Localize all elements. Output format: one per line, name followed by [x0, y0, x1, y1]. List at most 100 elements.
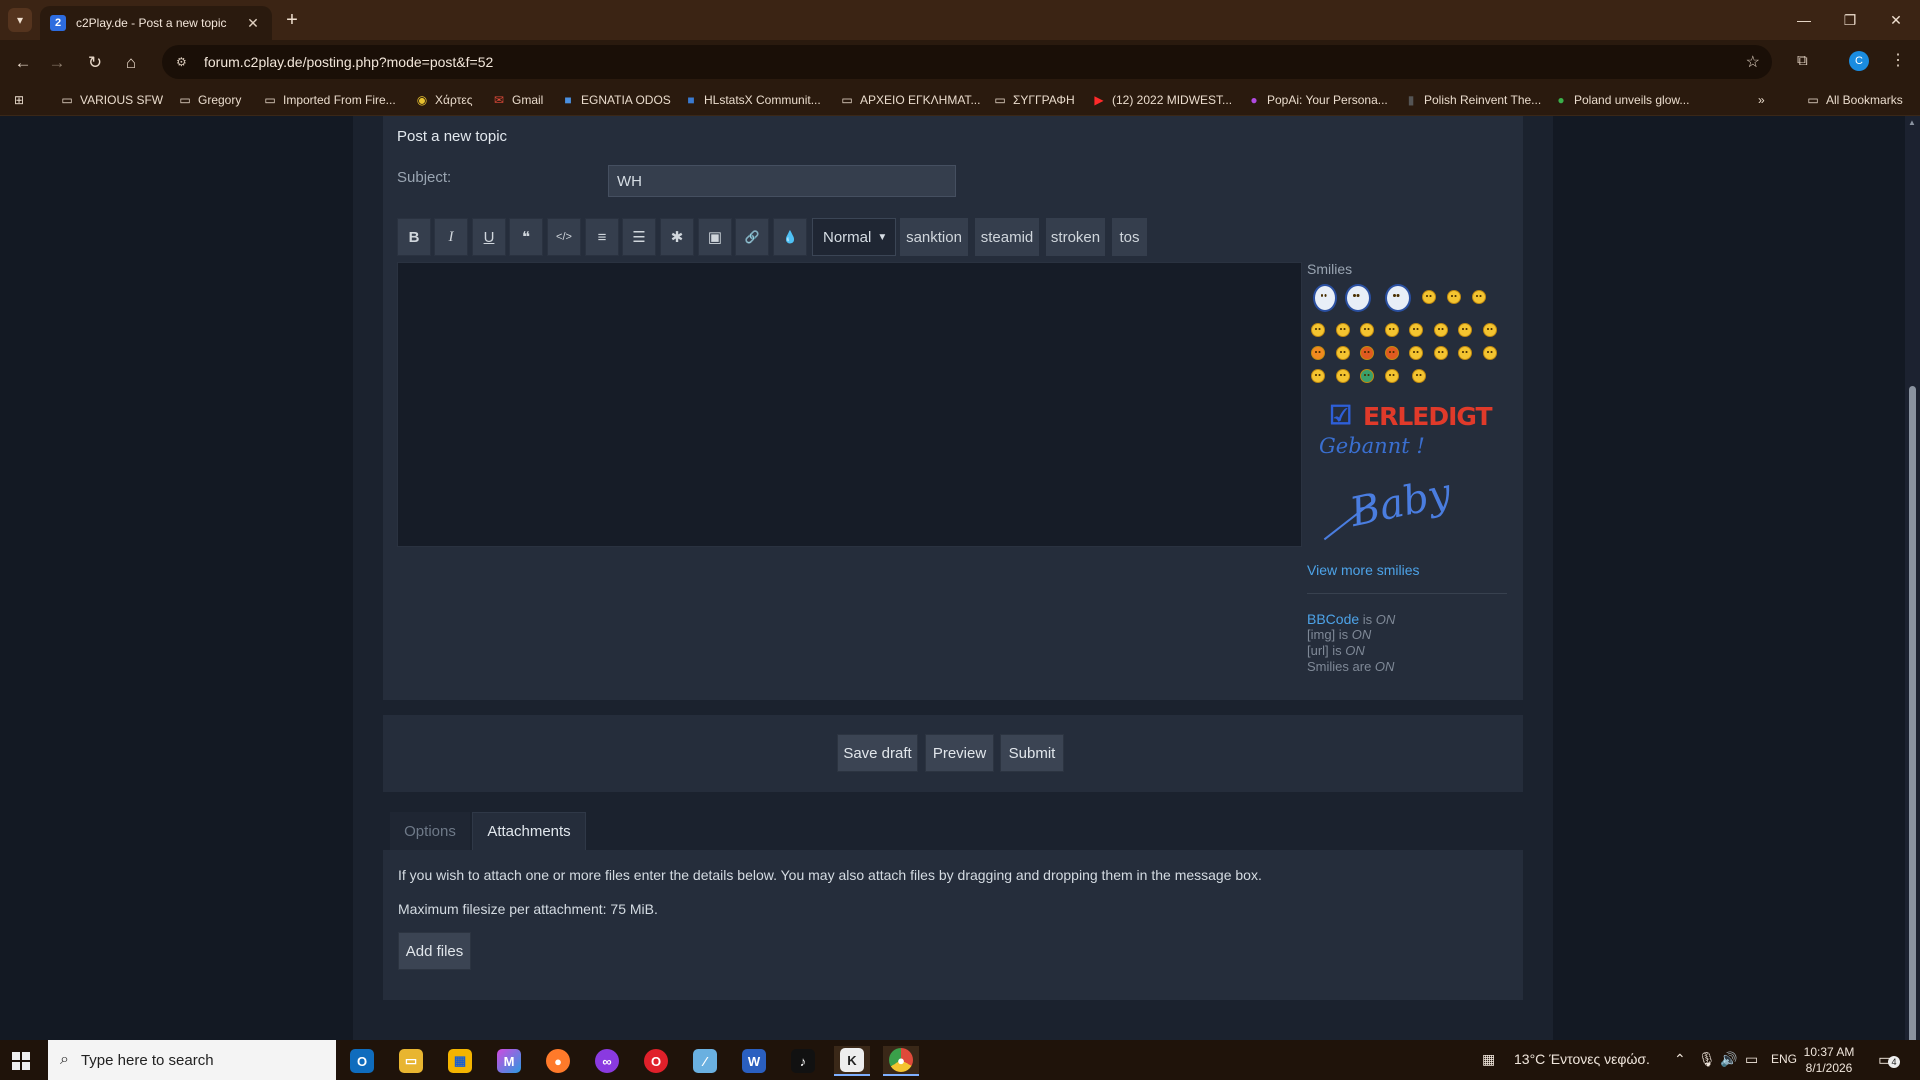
- smiley-icon[interactable]: [1412, 369, 1426, 383]
- profile-avatar[interactable]: C: [1849, 51, 1869, 71]
- bookmark-youtube-midwest[interactable]: ▶ (12) 2022 MIDWEST...: [1092, 91, 1232, 109]
- language-indicator[interactable]: ENG: [1771, 1052, 1797, 1066]
- submit-button[interactable]: Submit: [1000, 734, 1064, 772]
- apps-grid-icon[interactable]: ⊞: [12, 91, 32, 109]
- smiley-icon[interactable]: [1385, 284, 1411, 312]
- smiley-icon[interactable]: [1447, 290, 1461, 304]
- all-bookmarks[interactable]: ▭ All Bookmarks: [1806, 91, 1902, 109]
- window-minimize-button[interactable]: —: [1784, 6, 1824, 34]
- baby-smiley-image[interactable]: Baby: [1312, 470, 1455, 558]
- smiley-icon[interactable]: [1311, 369, 1325, 383]
- smiley-icon[interactable]: [1458, 346, 1472, 360]
- smiley-icon[interactable]: [1385, 369, 1399, 383]
- quote-button[interactable]: ❝: [509, 218, 543, 256]
- outlook-app-icon[interactable]: O: [344, 1046, 380, 1076]
- microsoft-365-app-icon[interactable]: M: [491, 1046, 527, 1076]
- smiley-icon[interactable]: [1360, 369, 1374, 383]
- smiley-icon[interactable]: [1345, 284, 1371, 312]
- address-url[interactable]: forum.c2play.de/posting.php?mode=post&f=…: [204, 54, 493, 70]
- bookmark-gmail[interactable]: ✉ Gmail: [492, 91, 543, 109]
- smiley-icon[interactable]: [1458, 323, 1472, 337]
- add-files-button[interactable]: Add files: [398, 932, 471, 970]
- font-size-select[interactable]: Normal ▼: [812, 218, 896, 256]
- file-explorer-app-icon[interactable]: ▭: [393, 1046, 429, 1076]
- smiley-icon[interactable]: [1483, 346, 1497, 360]
- bold-button[interactable]: B: [397, 218, 431, 256]
- scrollbar-thumb[interactable]: [1909, 386, 1916, 1071]
- smiley-icon[interactable]: [1360, 323, 1374, 337]
- smiley-icon[interactable]: [1311, 346, 1325, 360]
- steamid-button[interactable]: steamid: [975, 218, 1039, 256]
- volume-icon[interactable]: 🔊: [1720, 1051, 1737, 1068]
- message-textarea[interactable]: [397, 262, 1302, 547]
- list-item-button[interactable]: ✱: [660, 218, 694, 256]
- bbcode-link[interactable]: BBCode: [1307, 611, 1359, 627]
- windows-start-icon[interactable]: [12, 1052, 30, 1070]
- counter-strike-app-icon[interactable]: K: [834, 1046, 870, 1076]
- subject-input[interactable]: [608, 165, 956, 197]
- bookmark-egnatia-odos[interactable]: ■ EGNATIA ODOS: [561, 91, 670, 109]
- taskbar-search-input[interactable]: ⌕ Type here to search: [48, 1040, 336, 1080]
- reload-icon[interactable]: ↻: [82, 50, 108, 76]
- code-button[interactable]: </>: [547, 218, 581, 256]
- numbered-list-button[interactable]: ☰: [622, 218, 656, 256]
- bookmark-maps[interactable]: ◉ Χάρτες: [415, 91, 473, 109]
- smiley-icon[interactable]: [1313, 284, 1337, 312]
- smiley-icon[interactable]: [1385, 346, 1399, 360]
- smiley-icon[interactable]: [1311, 323, 1325, 337]
- network-icon[interactable]: ▭: [1745, 1051, 1758, 1068]
- opera-app-icon[interactable]: O: [638, 1046, 674, 1076]
- tab-options[interactable]: Options: [390, 812, 470, 850]
- address-bar[interactable]: ⚙ forum.c2play.de/posting.php?mode=post&…: [162, 45, 1772, 79]
- smiley-icon[interactable]: [1360, 346, 1374, 360]
- list-button[interactable]: ≡: [585, 218, 619, 256]
- chrome-app-icon[interactable]: ●: [883, 1046, 919, 1076]
- smiley-icon[interactable]: [1385, 323, 1399, 337]
- smiley-icon[interactable]: [1409, 323, 1423, 337]
- firefox-app-icon[interactable]: ●: [540, 1046, 576, 1076]
- browser-tab-active[interactable]: 2 c2Play.de - Post a new topic ✕: [40, 6, 272, 40]
- smiley-icon[interactable]: [1483, 323, 1497, 337]
- smiley-icon[interactable]: [1336, 346, 1350, 360]
- scroll-down-arrow-icon[interactable]: ▼: [1908, 1028, 1916, 1037]
- window-restore-button[interactable]: ❐: [1830, 6, 1870, 34]
- smiley-icon[interactable]: [1336, 369, 1350, 383]
- system-clock[interactable]: 10:37 AM 8/1/2026: [1800, 1044, 1858, 1076]
- smiley-icon[interactable]: [1422, 290, 1436, 304]
- save-draft-button[interactable]: Save draft: [837, 734, 918, 772]
- purple-app-icon[interactable]: ∞: [589, 1046, 625, 1076]
- image-button[interactable]: ▣: [698, 218, 732, 256]
- bookmark-popai[interactable]: ● PopAi: Your Persona...: [1247, 91, 1387, 109]
- tiktok-app-icon[interactable]: ♪: [785, 1046, 821, 1076]
- home-icon[interactable]: ⌂: [118, 50, 144, 76]
- bookmark-star-icon[interactable]: ☆: [1746, 52, 1760, 72]
- browser-menu-kebab-icon[interactable]: ⋮: [1890, 50, 1906, 70]
- new-tab-button[interactable]: +: [280, 8, 304, 32]
- extensions-puzzle-icon[interactable]: ⧉: [1797, 52, 1808, 69]
- weather-news-icon[interactable]: ▦: [1482, 1051, 1495, 1068]
- bookmark-writing[interactable]: ▭ ΣΥΓΓΡΑΦΗ: [993, 91, 1074, 109]
- word-app-icon[interactable]: W: [736, 1046, 772, 1076]
- smiley-icon[interactable]: [1434, 323, 1448, 337]
- microsoft-store-app-icon[interactable]: ▦: [442, 1046, 478, 1076]
- bookmark-archive[interactable]: ▭ ΑΡΧΕΙΟ ΕΓΚΛΗΜΑΤ...: [840, 91, 980, 109]
- tab-close-icon[interactable]: ✕: [244, 15, 262, 32]
- tab-search-chevron-icon[interactable]: ▾: [8, 8, 32, 32]
- show-hidden-icons-chevron-icon[interactable]: ⌃: [1674, 1051, 1686, 1068]
- link-button[interactable]: 🔗: [735, 218, 769, 256]
- weather-text[interactable]: 13°C Έντονες νεφώσ.: [1514, 1051, 1650, 1067]
- forward-arrow-icon[interactable]: →: [44, 50, 70, 76]
- window-close-button[interactable]: ✕: [1876, 6, 1916, 34]
- bookmark-imported-from-firefox[interactable]: ▭ Imported From Fire...: [263, 91, 395, 109]
- bookmark-hlstatsx[interactable]: ■ HLstatsX Communit...: [684, 91, 820, 109]
- tab-attachments[interactable]: Attachments: [472, 812, 586, 850]
- scroll-up-arrow-icon[interactable]: ▲: [1908, 118, 1916, 127]
- microphone-icon[interactable]: 🎙: [1698, 1051, 1716, 1068]
- underline-button[interactable]: U: [472, 218, 506, 256]
- bookmark-various-sfw[interactable]: ▭ VARIOUS SFW: [60, 91, 163, 109]
- preview-button[interactable]: Preview: [925, 734, 994, 772]
- back-arrow-icon[interactable]: ←: [10, 50, 36, 76]
- feather-app-icon[interactable]: ∕: [687, 1046, 723, 1076]
- view-more-smilies-link[interactable]: View more smilies: [1307, 562, 1420, 578]
- bookmark-polish-reinvent[interactable]: ▮ Polish Reinvent The...: [1404, 91, 1542, 109]
